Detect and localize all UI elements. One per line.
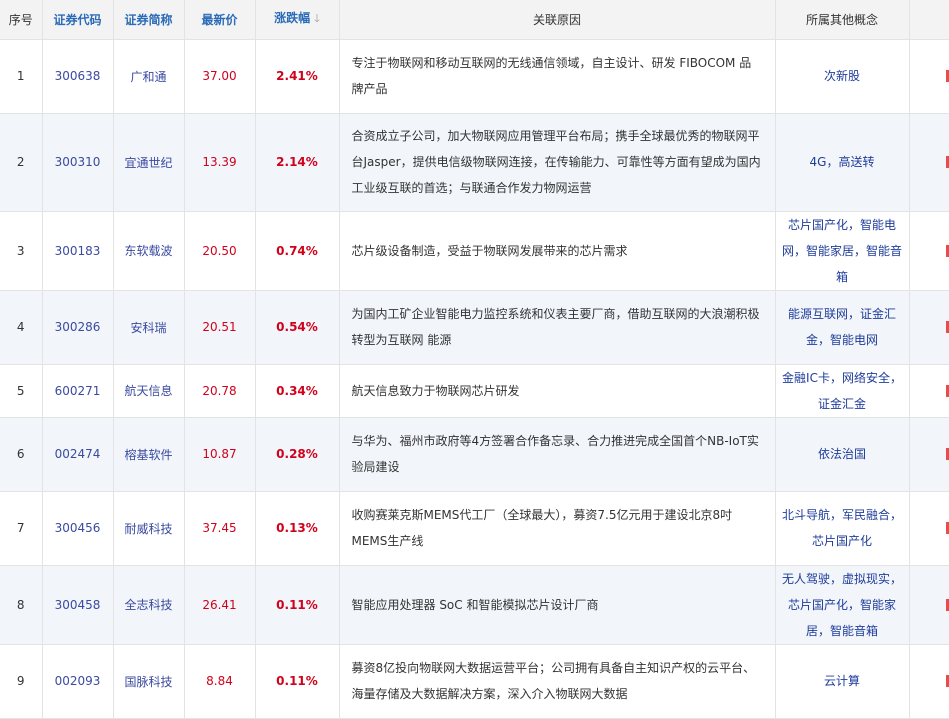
row-seq: 2 <box>0 112 43 212</box>
row-extra-cell <box>908 289 949 365</box>
related-reason: 芯片级设备制造，受益于物联网发展带来的芯片需求 <box>338 210 776 291</box>
row-extra-cell <box>908 643 949 719</box>
stock-name-link[interactable]: 国脉科技 <box>112 643 185 719</box>
latest-price: 13.39 <box>183 112 256 212</box>
header-name-sort[interactable]: 证券简称 <box>112 0 185 40</box>
other-concepts-link[interactable]: 无人驾驶，虚拟现实，芯片国产化，智能家居，智能音箱 <box>774 564 910 645</box>
table-row: 5 600271 航天信息 20.78 0.34% 航天信息致力于物联网芯片研发… <box>0 363 949 418</box>
latest-price: 20.78 <box>183 363 256 418</box>
change-percent: 0.54% <box>254 289 340 365</box>
other-concepts-link[interactable]: 依法治国 <box>774 416 910 492</box>
stock-code-link[interactable]: 002093 <box>41 643 114 719</box>
stock-name-link[interactable]: 全志科技 <box>112 564 185 645</box>
other-concepts-link[interactable]: 次新股 <box>774 38 910 114</box>
related-reason: 智能应用处理器 SoC 和智能模拟芯片设计厂商 <box>338 564 776 645</box>
change-percent: 0.11% <box>254 643 340 719</box>
stock-code-link[interactable]: 300638 <box>41 38 114 114</box>
other-concepts-link[interactable]: 芯片国产化，智能电网，智能家居，智能音箱 <box>774 210 910 291</box>
latest-price: 20.51 <box>183 289 256 365</box>
related-reason: 收购赛莱克斯MEMS代工厂（全球最大），募资7.5亿元用于建设北京8吋MEMS生… <box>338 490 776 566</box>
latest-price: 26.41 <box>183 564 256 645</box>
stock-name-link[interactable]: 宜通世纪 <box>112 112 185 212</box>
related-reason: 募资8亿投向物联网大数据运营平台；公司拥有具备自主知识产权的云平台、海量存储及大… <box>338 643 776 719</box>
table-row: 3 300183 东软载波 20.50 0.74% 芯片级设备制造，受益于物联网… <box>0 210 949 291</box>
row-seq: 4 <box>0 289 43 365</box>
table-row: 1 300638 广和通 37.00 2.41% 专注于物联网和移动互联网的无线… <box>0 38 949 114</box>
row-seq: 3 <box>0 210 43 291</box>
stock-name-link[interactable]: 广和通 <box>112 38 185 114</box>
header-concept: 所属其他概念 <box>774 0 910 40</box>
row-extra-cell <box>908 416 949 492</box>
row-seq: 6 <box>0 416 43 492</box>
other-concepts-link[interactable]: 能源互联网，证金汇金，智能电网 <box>774 289 910 365</box>
change-percent: 2.14% <box>254 112 340 212</box>
latest-price: 8.84 <box>183 643 256 719</box>
table-row: 9 002093 国脉科技 8.84 0.11% 募资8亿投向物联网大数据运营平… <box>0 643 949 719</box>
stock-code-link[interactable]: 300456 <box>41 490 114 566</box>
change-percent: 0.74% <box>254 210 340 291</box>
header-change-label: 涨跌幅 <box>274 11 311 26</box>
header-reason: 关联原因 <box>338 0 776 40</box>
other-concepts-link[interactable]: 北斗导航，军民融合，芯片国产化 <box>774 490 910 566</box>
stock-code-link[interactable]: 300183 <box>41 210 114 291</box>
related-reason: 与华为、福州市政府等4方签署合作备忘录、合力推进完成全国首个NB-IoT实验局建… <box>338 416 776 492</box>
table-row: 2 300310 宜通世纪 13.39 2.14% 合资成立子公司，加大物联网应… <box>0 112 949 212</box>
stock-name-link[interactable]: 东软载波 <box>112 210 185 291</box>
header-price-sort[interactable]: 最新价 <box>183 0 256 40</box>
row-extra-cell <box>908 38 949 114</box>
stock-table: 序号 证券代码 证券简称 最新价 涨跌幅 🡓 关联原因 所属其他概念 1 3006… <box>0 0 949 719</box>
stock-name-link[interactable]: 航天信息 <box>112 363 185 418</box>
change-percent: 0.11% <box>254 564 340 645</box>
header-code-sort[interactable]: 证券代码 <box>41 0 114 40</box>
header-extra <box>908 0 949 40</box>
table-row: 8 300458 全志科技 26.41 0.11% 智能应用处理器 SoC 和智… <box>0 564 949 645</box>
other-concepts-link[interactable]: 4G，高送转 <box>774 112 910 212</box>
arrow-down-icon: 🡓 <box>314 12 320 26</box>
row-extra-cell <box>908 490 949 566</box>
latest-price: 37.00 <box>183 38 256 114</box>
row-seq: 7 <box>0 490 43 566</box>
header-change-sort[interactable]: 涨跌幅 🡓 <box>254 0 340 40</box>
other-concepts-link[interactable]: 云计算 <box>774 643 910 719</box>
stock-code-link[interactable]: 300458 <box>41 564 114 645</box>
row-seq: 8 <box>0 564 43 645</box>
table-header-row: 序号 证券代码 证券简称 最新价 涨跌幅 🡓 关联原因 所属其他概念 <box>0 0 949 40</box>
stock-code-link[interactable]: 300310 <box>41 112 114 212</box>
change-percent: 0.34% <box>254 363 340 418</box>
header-seq: 序号 <box>0 0 43 40</box>
latest-price: 20.50 <box>183 210 256 291</box>
row-seq: 5 <box>0 363 43 418</box>
stock-code-link[interactable]: 002474 <box>41 416 114 492</box>
related-reason: 合资成立子公司，加大物联网应用管理平台布局；携手全球最优秀的物联网平台Jaspe… <box>338 112 776 212</box>
row-seq: 1 <box>0 38 43 114</box>
stock-code-link[interactable]: 300286 <box>41 289 114 365</box>
other-concepts-link[interactable]: 金融IC卡，网络安全，证金汇金 <box>774 363 910 418</box>
stock-name-link[interactable]: 耐威科技 <box>112 490 185 566</box>
latest-price: 10.87 <box>183 416 256 492</box>
related-reason: 专注于物联网和移动互联网的无线通信领域，自主设计、研发 FIBOCOM 品牌产品 <box>338 38 776 114</box>
related-reason: 为国内工矿企业智能电力监控系统和仪表主要厂商，借助互联网的大浪潮积极转型为互联网… <box>338 289 776 365</box>
table-row: 7 300456 耐威科技 37.45 0.13% 收购赛莱克斯MEMS代工厂（… <box>0 490 949 566</box>
table-row: 6 002474 榕基软件 10.87 0.28% 与华为、福州市政府等4方签署… <box>0 416 949 492</box>
stock-name-link[interactable]: 榕基软件 <box>112 416 185 492</box>
stock-code-link[interactable]: 600271 <box>41 363 114 418</box>
latest-price: 37.45 <box>183 490 256 566</box>
row-seq: 9 <box>0 643 43 719</box>
change-percent: 0.13% <box>254 490 340 566</box>
row-extra-cell <box>908 210 949 291</box>
change-percent: 2.41% <box>254 38 340 114</box>
table-row: 4 300286 安科瑞 20.51 0.54% 为国内工矿企业智能电力监控系统… <box>0 289 949 365</box>
row-extra-cell <box>908 363 949 418</box>
change-percent: 0.28% <box>254 416 340 492</box>
row-extra-cell <box>908 112 949 212</box>
related-reason: 航天信息致力于物联网芯片研发 <box>338 363 776 418</box>
stock-name-link[interactable]: 安科瑞 <box>112 289 185 365</box>
row-extra-cell <box>908 564 949 645</box>
